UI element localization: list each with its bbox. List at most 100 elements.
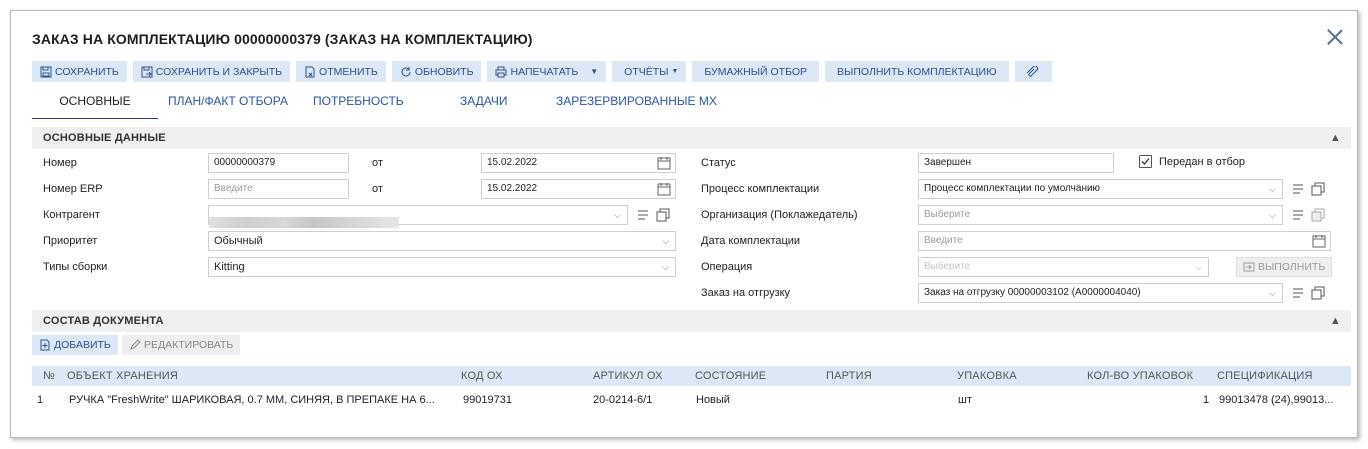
assembly-type-select[interactable]: Kitting ⌵ [208,257,676,277]
col-article[interactable]: АРТИКУЛ ОХ [593,370,663,382]
close-icon[interactable] [1325,27,1345,47]
chevron-down-icon[interactable]: ⌵ [1269,284,1276,302]
priority-select[interactable]: Обычный ⌵ [208,231,676,251]
checkmark-icon [1141,158,1150,165]
chevron-down-icon[interactable]: ⌵ [1269,180,1276,198]
col-pack[interactable]: УПАКОВКА [957,370,1017,382]
chevron-down-icon[interactable]: ⌵ [1269,206,1276,224]
cell-pack: шт [958,394,972,406]
tab-plan-fact[interactable]: ПЛАН/ФАКТ ОТБОРА [168,91,288,119]
chevron-down-icon: ⌵ [1195,262,1202,272]
paper-picking-label: БУМАЖНЫЙ ОТБОР [704,65,808,78]
save-label: СОХРАНИТЬ [55,65,119,78]
print-button[interactable]: НАПЕЧАТАТЬ ▼ [487,61,607,82]
chevron-down-icon[interactable]: ⌵ [662,258,669,276]
execute-button: ВЫПОЛНИТЬ [1236,257,1333,277]
save-icon [40,66,52,77]
reports-label: ОТЧЁТЫ [624,65,669,78]
organization-label: Организация (Поклажедатель) [701,209,858,221]
organization-select[interactable]: Выберите ⌵ [918,205,1283,225]
process-value: Процесс комплектации по умолчанию [924,183,1101,194]
calendar-icon[interactable] [657,156,671,170]
calendar-icon[interactable] [657,182,671,196]
from-label: от [372,183,383,195]
save-close-label: СОХРАНИТЬ И ЗАКРЫТЬ [155,65,283,78]
dialog-window: ЗАКАЗ НА КОМПЛЕКТАЦИЮ 00000000379 (ЗАКАЗ… [10,10,1358,438]
cell-article: 20-0214-6/1 [593,394,653,406]
reports-button[interactable]: ОТЧЁТЫ ▼ [612,61,687,82]
date-field[interactable]: 15.02.2022 [481,179,676,199]
chevron-down-icon[interactable]: ⌵ [662,232,669,250]
shipment-order-select[interactable]: Заказ на отгрузку 00000003102 (A00000040… [918,283,1283,303]
assembly-type-value: Kitting [214,261,245,273]
chevron-down-icon: ▼ [671,68,679,75]
cancel-button[interactable]: ОТМЕНИТЬ [296,61,386,82]
status-label: Статус [701,157,736,169]
open-form-icon [1311,208,1325,222]
tab-demand[interactable]: ПОТРЕБНОСТЬ [313,91,404,119]
attach-button[interactable] [1014,61,1052,82]
kitting-date-label: Дата комплектации [701,235,801,247]
main-data-header[interactable]: ОСНОВНЫЕ ДАННЫЕ ▲ [32,127,1351,149]
open-form-icon[interactable] [1311,286,1325,300]
chevron-down-icon[interactable]: ⌵ [614,206,621,224]
col-spec[interactable]: СПЕЦИФИКАЦИЯ [1217,370,1313,382]
tab-main[interactable]: ОСНОВНЫЕ [32,91,158,119]
date-value: 15.02.2022 [487,157,538,168]
date-field[interactable]: 15.02.2022 [481,153,676,173]
document-composition-header[interactable]: СОСТАВ ДОКУМЕНТА ▲ [32,310,1351,332]
cancel-label: ОТМЕНИТЬ [319,65,378,78]
cell-code: 99019731 [463,394,512,406]
redacted-value [209,217,399,228]
cell-object: РУЧКА "FreshWrite" ШАРИКОВАЯ, 0.7 ММ, СИ… [69,394,435,406]
complete-kitting-button[interactable]: ВЫПОЛНИТЬ КОМПЛЕКТАЦИЮ [825,61,1009,82]
process-select[interactable]: Процесс комплектации по умолчанию ⌵ [918,179,1283,199]
operation-placeholder: Выберите [924,261,971,272]
col-code[interactable]: КОД ОХ [461,370,503,382]
list-icon[interactable] [1291,286,1305,300]
collapse-icon[interactable]: ▲ [1330,127,1341,149]
kitting-date-placeholder: Введите [924,235,963,246]
printer-icon [495,66,507,77]
tab-tasks[interactable]: ЗАДАЧИ [460,91,507,119]
date-value: 15.02.2022 [487,183,538,194]
edit-button: РЕДАКТИРОВАТЬ [122,335,241,355]
sent-checkbox[interactable] [1139,155,1152,168]
refresh-icon [401,66,411,76]
refresh-button[interactable]: ОБНОВИТЬ [391,61,482,82]
list-icon[interactable] [1291,182,1305,196]
edit-label: РЕДАКТИРОВАТЬ [144,339,234,351]
from-label: от [372,157,383,169]
list-icon[interactable] [636,208,650,222]
paper-picking-button[interactable]: БУМАЖНЫЙ ОТБОР [692,61,820,82]
col-object[interactable]: ОБЪЕКТ ХРАНЕНИЯ [67,370,178,382]
number-label: Номер [43,157,77,169]
cell-num: 1 [37,394,44,406]
toolbar: СОХРАНИТЬ СОХРАНИТЬ И ЗАКРЫТЬ ОТМЕНИТЬ О… [32,61,1052,82]
cancel-doc-icon [305,66,315,77]
save-close-button[interactable]: СОХРАНИТЬ И ЗАКРЫТЬ [132,61,291,82]
list-icon[interactable] [1291,208,1305,222]
add-doc-icon [40,339,50,351]
col-num: № [43,370,56,382]
calendar-icon[interactable] [1312,234,1326,248]
number-field[interactable]: 00000000379 [208,153,349,173]
open-form-icon[interactable] [1311,182,1325,196]
save-button[interactable]: СОХРАНИТЬ [32,61,127,82]
col-qty[interactable]: КОЛ-ВО УПАКОВОК [1087,370,1193,382]
erp-field[interactable]: Введите [208,179,349,199]
save-close-icon [141,66,153,77]
operation-label: Операция [701,261,753,273]
status-field: Завершен [918,153,1114,173]
open-form-icon[interactable] [656,208,670,222]
kitting-date-field[interactable]: Введите [918,231,1331,251]
col-state[interactable]: СОСТОЯНИЕ [695,370,766,382]
pencil-icon [130,339,141,350]
tab-reserved[interactable]: ЗАРЕЗЕРВИРОВАННЫЕ МХ [556,91,717,119]
add-button[interactable]: ДОБАВИТЬ [32,335,118,355]
shipment-order-label: Заказ на отгрузку [701,287,791,299]
col-batch[interactable]: ПАРТИЯ [826,370,872,382]
collapse-icon[interactable]: ▲ [1330,310,1341,332]
print-label: НАПЕЧАТАТЬ [510,65,579,78]
cell-qty: 1 [1203,394,1210,406]
